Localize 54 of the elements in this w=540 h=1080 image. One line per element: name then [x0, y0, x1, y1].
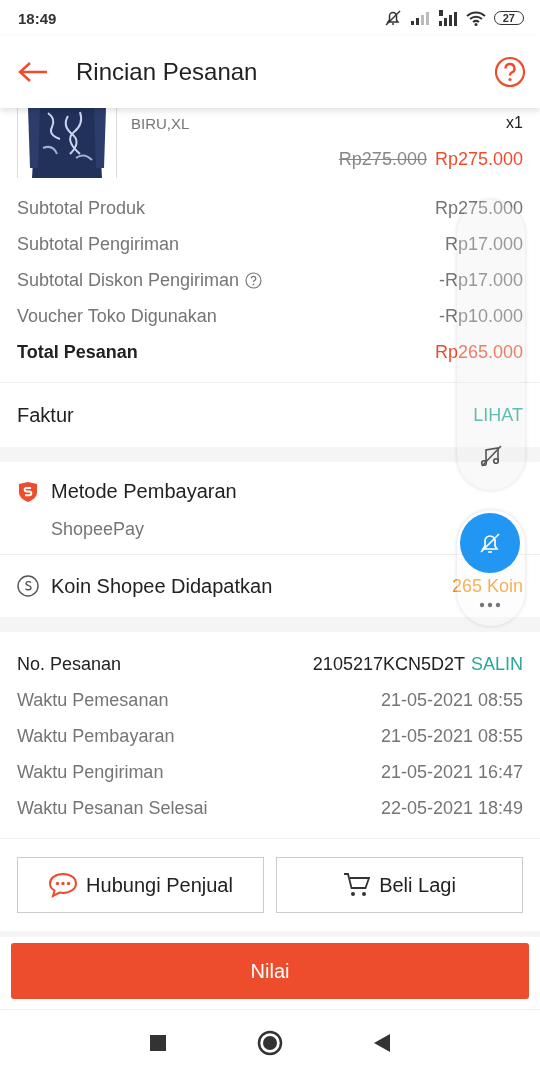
signal-icon — [437, 10, 458, 26]
time-value: 21-05-2021 16:47 — [380, 761, 523, 783]
more-icon[interactable] — [478, 601, 502, 609]
time-value: 21-05-2021 08:55 — [380, 725, 523, 747]
shield-icon — [17, 480, 39, 503]
signal-icon — [409, 11, 430, 25]
summary-value: Rp17.000 — [444, 233, 523, 255]
time-label: Waktu Pemesanan — [17, 689, 169, 711]
status-time: 18:49 — [18, 9, 57, 27]
summary-label: Subtotal Pengiriman — [17, 233, 180, 255]
coins-label: Koin Shopee Didapatkan — [51, 574, 273, 598]
wifi-icon — [465, 10, 486, 26]
recent-apps-icon[interactable] — [149, 1034, 167, 1052]
mute-bell-icon — [383, 9, 402, 27]
view-link[interactable]: LIHAT — [473, 404, 523, 426]
mute-bell-icon — [478, 531, 502, 555]
chat-icon — [48, 872, 79, 898]
invoice-label: Faktur — [17, 403, 74, 427]
home-icon[interactable] — [257, 1030, 283, 1056]
summary-value: -Rp10.000 — [438, 305, 523, 327]
summary-value: -Rp17.000 — [438, 269, 523, 291]
summary-label: Total Pesanan — [17, 341, 138, 363]
order-number-label: No. Pesanan — [17, 653, 122, 675]
order-number: 2105217KCN5D2T — [312, 653, 465, 675]
help-icon[interactable] — [245, 271, 263, 289]
summary-label: Voucher Toko Digunakan — [17, 305, 217, 327]
coin-icon — [17, 575, 39, 597]
summary-label: Subtotal Diskon Pengiriman — [17, 269, 240, 291]
time-label: Waktu Pembayaran — [17, 725, 175, 747]
time-value: 22-05-2021 18:49 — [380, 797, 523, 819]
time-label: Waktu Pengiriman — [17, 761, 164, 783]
back-arrow-icon[interactable] — [18, 61, 48, 83]
music-off-icon[interactable] — [479, 444, 503, 468]
page-title: Rincian Pesanan — [76, 58, 259, 86]
copy-link[interactable]: SALIN — [470, 653, 523, 675]
cart-icon — [343, 872, 372, 898]
payment-method: ShopeePay — [51, 519, 146, 540]
product-quantity: x1 — [506, 114, 523, 132]
summary-value: Rp275.000 — [434, 197, 523, 219]
rate-button[interactable]: Nilai — [11, 943, 529, 999]
summary-value: Rp265.000 — [434, 341, 523, 363]
back-icon[interactable] — [373, 1033, 391, 1053]
time-value: 21-05-2021 08:55 — [380, 689, 523, 711]
section-title: Metode Pembayaran — [51, 480, 237, 503]
mute-button[interactable] — [460, 513, 520, 573]
time-label: Waktu Pesanan Selesai — [17, 797, 208, 819]
action-button[interactable]: Hubungi Penjual — [17, 857, 264, 913]
coins-value: 265 Koin — [451, 575, 523, 597]
action-button[interactable]: Beli Lagi — [276, 857, 523, 913]
help-icon[interactable] — [494, 56, 526, 88]
original-price: Rp275.000 — [338, 148, 427, 170]
summary-label: Subtotal Produk — [17, 197, 146, 219]
product-variant: BIRU,XL — [131, 114, 190, 132]
product-price: Rp275.000 — [434, 148, 523, 170]
